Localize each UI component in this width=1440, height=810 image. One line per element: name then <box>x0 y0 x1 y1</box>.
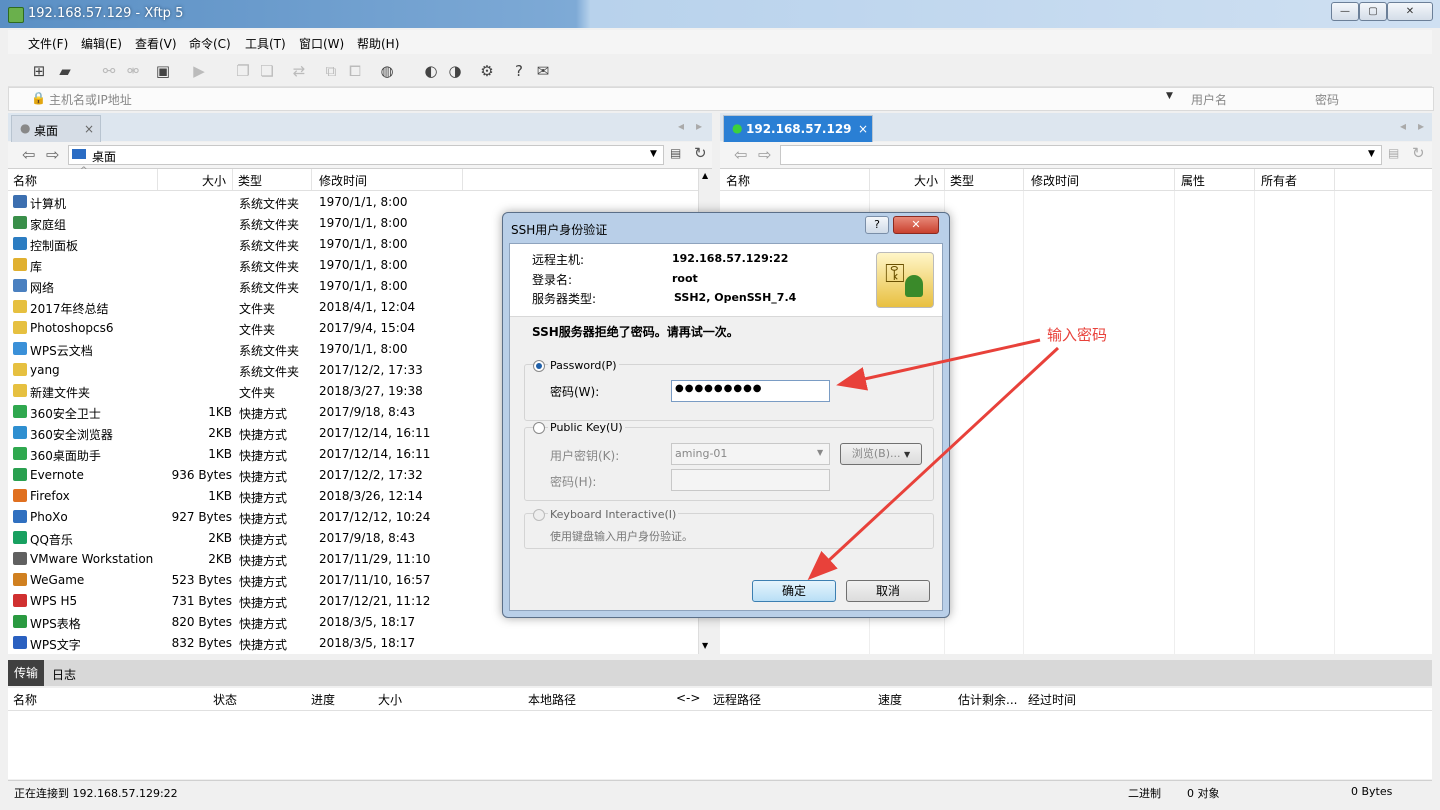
annotation-arrows <box>807 338 1060 581</box>
arrow-to-password <box>836 338 1041 391</box>
